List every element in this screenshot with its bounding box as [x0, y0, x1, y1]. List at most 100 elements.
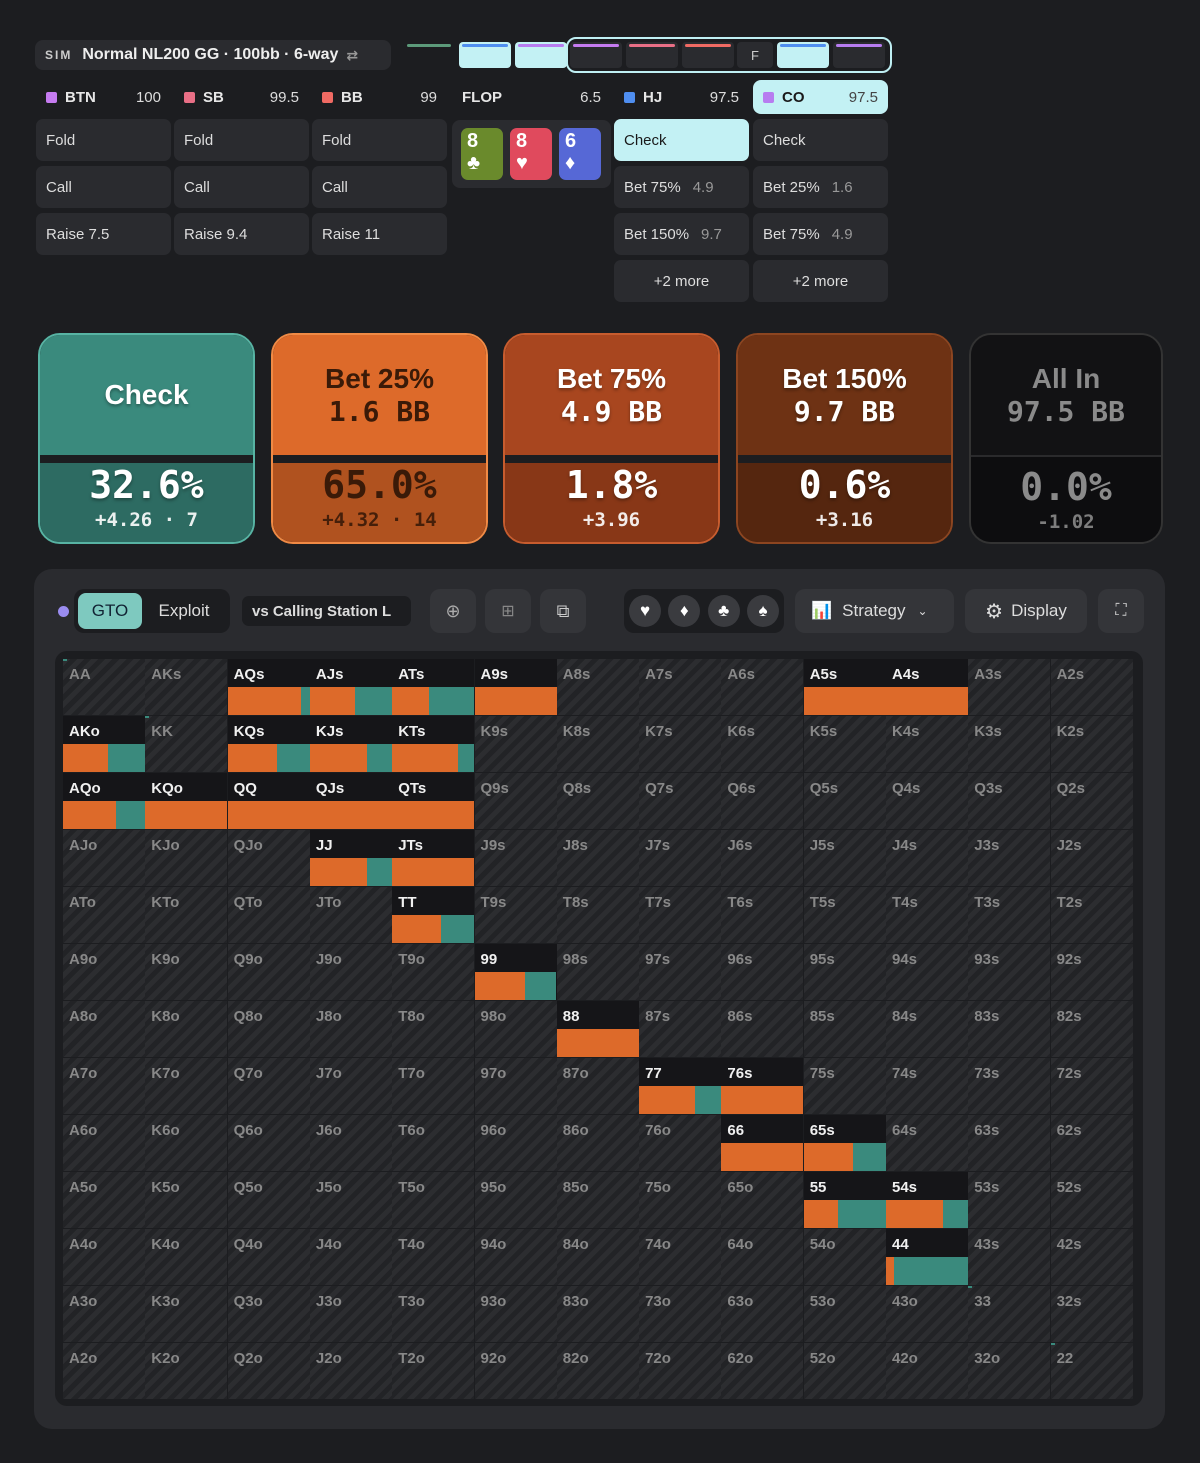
action-bet[interactable]: Bet 75% 4.9 [753, 213, 888, 255]
action-timeline[interactable]: F [400, 37, 892, 73]
hand-cell-63s[interactable]: 63s [968, 1115, 1051, 1171]
action-check[interactable]: Check [753, 119, 888, 161]
hand-cell-42o[interactable]: 42o [886, 1343, 968, 1399]
hand-cell-63o[interactable]: 63o [721, 1286, 804, 1342]
hand-cell-77[interactable]: 77 [639, 1058, 722, 1114]
hand-cell-AKs[interactable]: AKs [145, 659, 228, 715]
hand-cell-QTo[interactable]: QTo [227, 887, 310, 943]
hand-cell-43s[interactable]: 43s [968, 1229, 1051, 1285]
strategy-dropdown[interactable]: 📊 Strategy ⌄ [795, 589, 954, 633]
hand-cell-75s[interactable]: 75s [803, 1058, 886, 1114]
hand-cell-Q8s[interactable]: Q8s [556, 773, 639, 829]
hand-cell-K4o[interactable]: K4o [145, 1229, 228, 1285]
strategy-card-all-in[interactable]: All In 97.5 BB 0.0% -1.02 [969, 333, 1163, 544]
hand-cell-AKo[interactable]: AKo [63, 716, 145, 772]
hand-cell-J2o[interactable]: J2o [309, 1343, 392, 1399]
hand-cell-92s[interactable]: 92s [1050, 944, 1133, 1000]
hand-cell-42s[interactable]: 42s [1050, 1229, 1133, 1285]
hand-cell-J4s[interactable]: J4s [886, 830, 968, 886]
hand-cell-52s[interactable]: 52s [1050, 1172, 1133, 1228]
action-fold[interactable]: Fold [36, 119, 171, 161]
action-call[interactable]: Call [312, 166, 447, 208]
hand-cell-K6s[interactable]: K6s [721, 716, 804, 772]
hand-cell-J2s[interactable]: J2s [1050, 830, 1133, 886]
diamond-filter-icon[interactable]: ♦ [668, 595, 701, 627]
hand-cell-54s[interactable]: 54s [886, 1172, 968, 1228]
hand-cell-A8s[interactable]: A8s [556, 659, 639, 715]
hand-cell-TT[interactable]: TT [392, 887, 475, 943]
hand-cell-AQs[interactable]: AQs [227, 659, 310, 715]
hand-cell-85s[interactable]: 85s [803, 1001, 886, 1057]
hand-cell-44[interactable]: 44 [886, 1229, 968, 1285]
hand-cell-32s[interactable]: 32s [1050, 1286, 1133, 1342]
hand-cell-Q7s[interactable]: Q7s [639, 773, 722, 829]
hand-cell-A6s[interactable]: A6s [721, 659, 804, 715]
sim-title[interactable]: SIM Normal NL200 GG · 100bb · 6-way ⇄ [35, 40, 391, 70]
hand-cell-QJo[interactable]: QJo [227, 830, 310, 886]
opponent-profile-select[interactable]: vs Calling Station L [242, 596, 411, 626]
hand-cell-K6o[interactable]: K6o [145, 1115, 228, 1171]
hand-cell-T7o[interactable]: T7o [392, 1058, 475, 1114]
hand-cell-T4o[interactable]: T4o [392, 1229, 475, 1285]
hand-cell-K5o[interactable]: K5o [145, 1172, 228, 1228]
hand-cell-A9o[interactable]: A9o [63, 944, 145, 1000]
hand-cell-A7o[interactable]: A7o [63, 1058, 145, 1114]
hand-cell-Q6o[interactable]: Q6o [227, 1115, 310, 1171]
exploit-tab[interactable]: Exploit [142, 593, 226, 629]
hand-cell-JJ[interactable]: JJ [309, 830, 392, 886]
hand-cell-J6s[interactable]: J6s [721, 830, 804, 886]
hand-cell-T3o[interactable]: T3o [392, 1286, 475, 1342]
hand-cell-J9o[interactable]: J9o [309, 944, 392, 1000]
strategy-card-check[interactable]: Check 32.6% +4.26 · 7 [38, 333, 255, 544]
hand-cell-43o[interactable]: 43o [886, 1286, 968, 1342]
hand-cell-T4s[interactable]: T4s [886, 887, 968, 943]
hand-cell-J5s[interactable]: J5s [803, 830, 886, 886]
grid-button[interactable]: ⊞ [485, 589, 531, 633]
hand-cell-T7s[interactable]: T7s [639, 887, 722, 943]
hand-cell-K7s[interactable]: K7s [639, 716, 722, 772]
hand-cell-93o[interactable]: 93o [474, 1286, 557, 1342]
position-header-co-active[interactable]: CO 97.5 [753, 80, 888, 114]
action-call[interactable]: Call [174, 166, 309, 208]
hand-cell-96o[interactable]: 96o [474, 1115, 557, 1171]
hand-cell-K7o[interactable]: K7o [145, 1058, 228, 1114]
hand-cell-J3s[interactable]: J3s [968, 830, 1051, 886]
hand-cell-KTo[interactable]: KTo [145, 887, 228, 943]
copy-button[interactable]: ⧉ [540, 589, 586, 633]
action-check-selected[interactable]: Check [614, 119, 749, 161]
hand-cell-53s[interactable]: 53s [968, 1172, 1051, 1228]
hand-cell-54o[interactable]: 54o [803, 1229, 886, 1285]
hand-cell-A8o[interactable]: A8o [63, 1001, 145, 1057]
hand-cell-KQo[interactable]: KQo [145, 773, 228, 829]
action-raise[interactable]: Raise 9.4 [174, 213, 309, 255]
hand-cell-Q3s[interactable]: Q3s [968, 773, 1051, 829]
hand-cell-64s[interactable]: 64s [886, 1115, 968, 1171]
hand-cell-J8s[interactable]: J8s [556, 830, 639, 886]
hand-cell-J8o[interactable]: J8o [309, 1001, 392, 1057]
hand-cell-Q6s[interactable]: Q6s [721, 773, 804, 829]
hand-cell-J3o[interactable]: J3o [309, 1286, 392, 1342]
hand-cell-J4o[interactable]: J4o [309, 1229, 392, 1285]
spade-filter-icon[interactable]: ♠ [746, 595, 779, 627]
hand-cell-92o[interactable]: 92o [474, 1343, 557, 1399]
hand-cell-KK[interactable]: KK [145, 716, 228, 772]
hand-cell-J9s[interactable]: J9s [474, 830, 557, 886]
hand-cell-K3s[interactable]: K3s [968, 716, 1051, 772]
hand-cell-JTs[interactable]: JTs [392, 830, 475, 886]
hand-cell-82o[interactable]: 82o [556, 1343, 639, 1399]
hand-cell-J5o[interactable]: J5o [309, 1172, 392, 1228]
hand-cell-83s[interactable]: 83s [968, 1001, 1051, 1057]
hand-cell-65o[interactable]: 65o [721, 1172, 804, 1228]
hand-cell-75o[interactable]: 75o [639, 1172, 722, 1228]
hand-cell-A9s[interactable]: A9s [474, 659, 557, 715]
action-fold[interactable]: Fold [312, 119, 447, 161]
hand-cell-Q5o[interactable]: Q5o [227, 1172, 310, 1228]
hand-cell-QJs[interactable]: QJs [309, 773, 392, 829]
hand-cell-72o[interactable]: 72o [639, 1343, 722, 1399]
more-actions-button[interactable]: +2 more [614, 260, 749, 302]
hand-cell-KQs[interactable]: KQs [227, 716, 310, 772]
hand-cell-Q9s[interactable]: Q9s [474, 773, 557, 829]
hand-cell-96s[interactable]: 96s [721, 944, 804, 1000]
position-header-hj[interactable]: HJ 97.5 [614, 80, 749, 114]
hand-cell-J7o[interactable]: J7o [309, 1058, 392, 1114]
